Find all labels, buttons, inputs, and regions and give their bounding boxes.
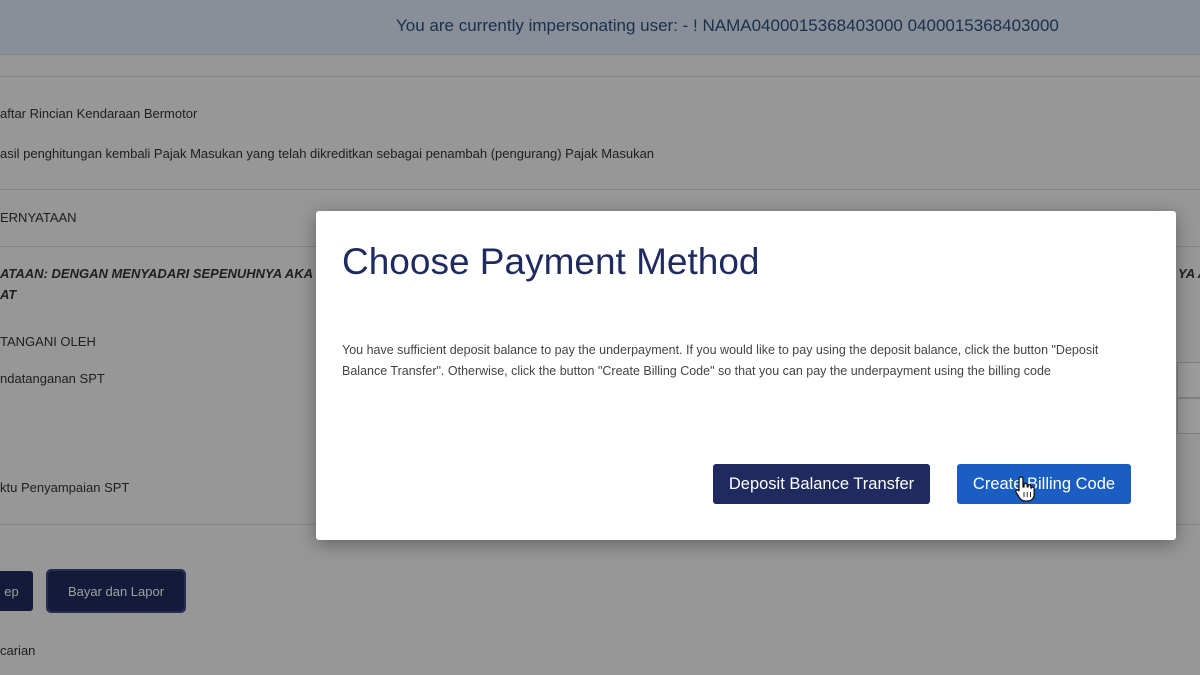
payment-method-dialog: Choose Payment Method You have sufficien… <box>316 211 1176 540</box>
deposit-balance-transfer-button[interactable]: Deposit Balance Transfer <box>713 464 930 504</box>
dialog-message: You have sufficient deposit balance to p… <box>342 343 1099 378</box>
page: You are currently impersonating user: - … <box>0 0 1200 675</box>
hand-pointer-icon <box>1015 476 1035 502</box>
create-billing-code-button[interactable]: Create Billing Code <box>957 464 1131 504</box>
dialog-title: Choose Payment Method <box>342 241 760 282</box>
